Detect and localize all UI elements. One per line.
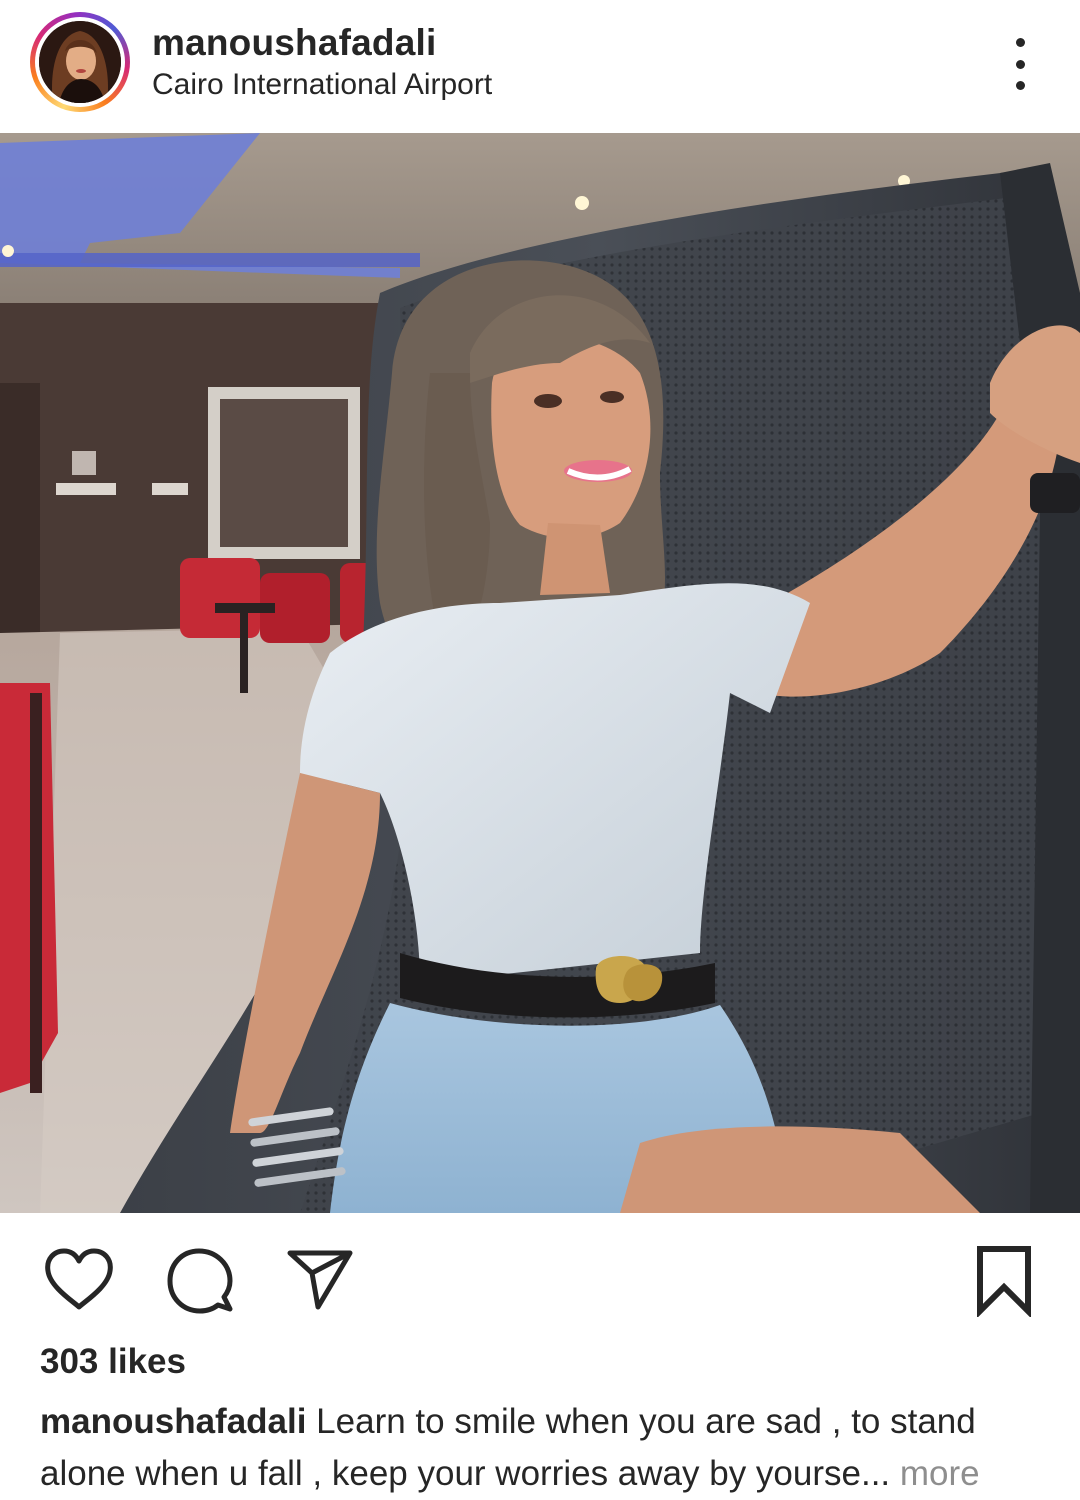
post-header: manoushafadali Cairo International Airpo…	[0, 0, 1080, 133]
post-caption: manoushafadali Learn to smile when you a…	[40, 1396, 1050, 1500]
post-username[interactable]: manoushafadali	[152, 22, 436, 64]
menu-dot	[1015, 81, 1025, 90]
more-options-icon[interactable]	[1000, 38, 1040, 90]
story-ring[interactable]	[30, 12, 130, 112]
caption-username[interactable]: manoushafadali	[40, 1402, 306, 1441]
photo-illustration	[0, 133, 1080, 1213]
caption-more-link[interactable]: more	[890, 1454, 980, 1493]
heart-icon[interactable]	[44, 1247, 114, 1313]
avatar[interactable]	[39, 21, 121, 103]
avatar-image	[39, 21, 121, 103]
menu-dot	[1015, 38, 1025, 47]
post-location[interactable]: Cairo International Airport	[152, 68, 492, 102]
menu-dot	[1015, 59, 1025, 69]
post-photo[interactable]	[0, 133, 1080, 1213]
post-actions	[0, 1213, 1080, 1333]
avatar-border	[35, 17, 125, 107]
likes-count[interactable]: 303 likes	[40, 1342, 186, 1382]
send-icon[interactable]	[286, 1247, 354, 1311]
comment-icon[interactable]	[166, 1247, 234, 1315]
bookmark-icon[interactable]	[974, 1245, 1034, 1319]
